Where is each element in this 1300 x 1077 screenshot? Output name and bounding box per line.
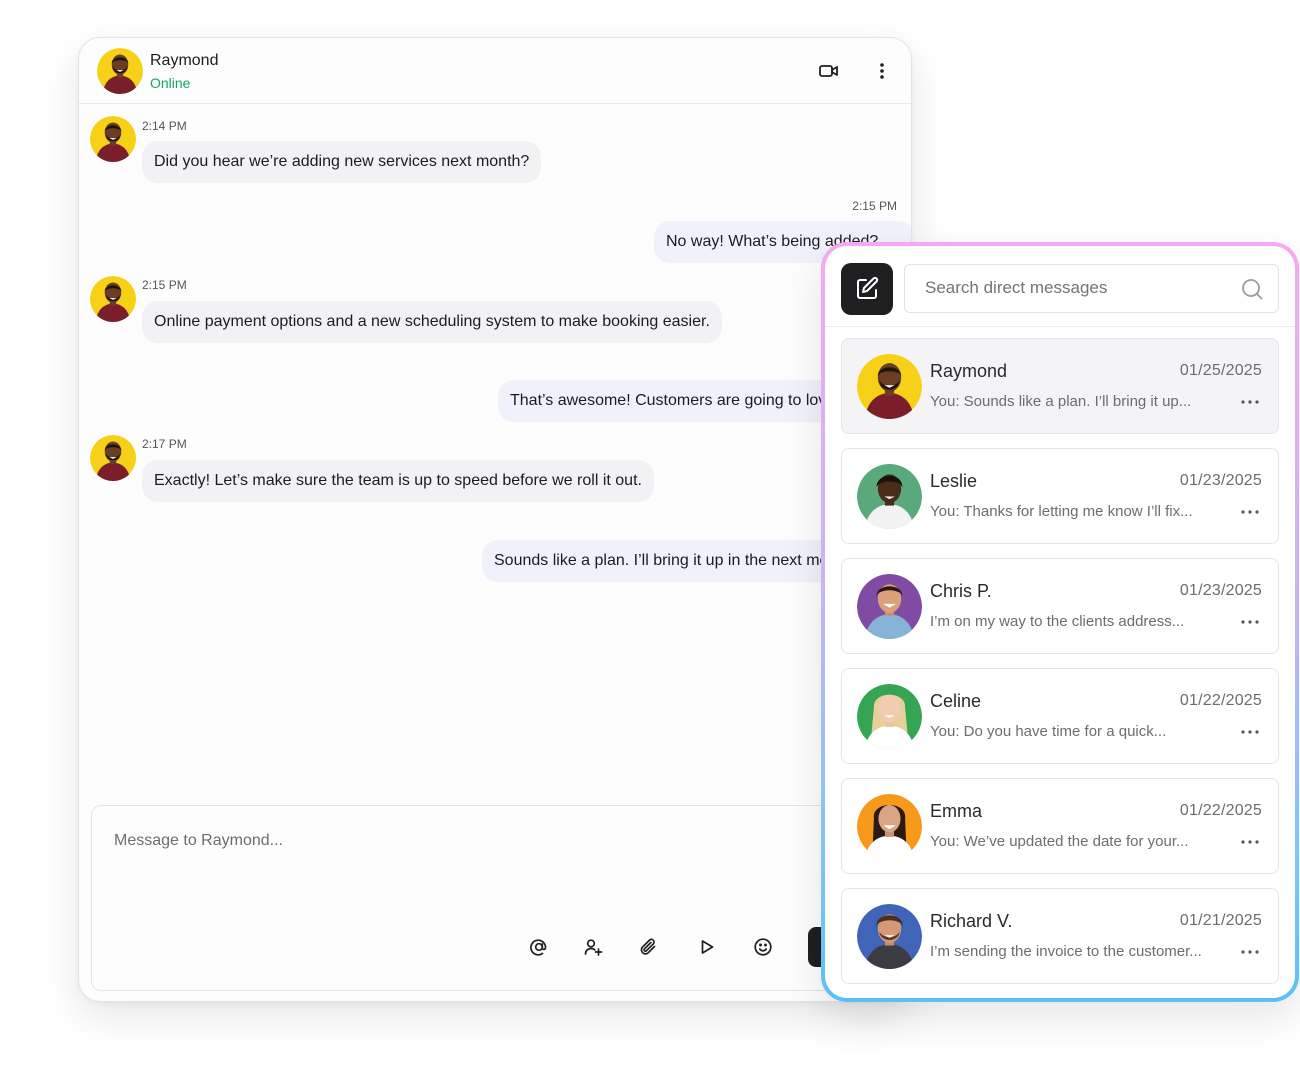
add-person-icon[interactable] <box>580 934 606 960</box>
conversation-preview: You: Thanks for letting me know I’ll fix… <box>930 503 1193 520</box>
conversation-item[interactable]: Chris P. 01/23/2025 I’m on my way to the… <box>841 558 1279 654</box>
message-avatar <box>90 116 136 162</box>
avatar <box>857 464 922 529</box>
conversation-preview: I’m on my way to the clients address... <box>930 613 1185 630</box>
more-horizontal-icon[interactable] <box>1238 393 1262 411</box>
avatar <box>857 684 922 749</box>
contact-name[interactable]: Raymond <box>150 52 218 70</box>
message-time: 2:14 PM <box>142 119 187 133</box>
conversation-name: Richard V. <box>930 911 1013 931</box>
conversation-name: Celine <box>930 691 982 711</box>
conversation-date: 01/23/2025 <box>1179 582 1262 599</box>
message-avatar <box>90 435 136 481</box>
direct-messages-panel: Raymond 01/25/2025 You: Sounds like a pl… <box>821 242 1299 1002</box>
conversation-item[interactable]: Raymond 01/25/2025 You: Sounds like a pl… <box>841 338 1279 434</box>
message-avatar <box>90 276 136 322</box>
conversation-name: Emma <box>930 801 983 821</box>
conversation-preview: You: Sounds like a plan. I’ll bring it u… <box>930 393 1192 410</box>
conversation-item[interactable]: Emma 01/22/2025 You: We’ve updated the d… <box>841 778 1279 874</box>
search-icon[interactable] <box>1240 277 1264 301</box>
compose-icon <box>857 276 879 299</box>
conversation-date: 01/22/2025 <box>1179 692 1262 709</box>
chat-header: Raymond Online <box>79 38 911 104</box>
message-composer <box>91 805 911 991</box>
conversation-name: Chris P. <box>930 581 992 601</box>
conversation-preview: You: Do you have time for a quick... <box>930 723 1167 740</box>
message-time: 2:17 PM <box>142 437 187 451</box>
emoji-icon[interactable] <box>750 934 776 960</box>
incoming-message: Did you hear we’re adding new services n… <box>142 141 542 183</box>
conversation-date: 01/25/2025 <box>1179 362 1262 379</box>
more-vertical-icon[interactable] <box>868 57 896 85</box>
conversation-name: Leslie <box>930 471 978 491</box>
conversation-item[interactable]: Richard V. 01/21/2025 I’m sending the in… <box>841 888 1279 984</box>
conversation-date: 01/21/2025 <box>1179 912 1262 929</box>
incoming-message: Exactly! Let’s make sure the team is up … <box>142 460 654 502</box>
avatar <box>857 794 922 859</box>
conversation-preview: You: We’ve updated the date for your... <box>930 833 1189 850</box>
more-horizontal-icon[interactable] <box>1238 503 1262 521</box>
chat-window: Raymond Online 2:14 PM Did you hear we’r… <box>78 37 912 1002</box>
more-horizontal-icon[interactable] <box>1238 833 1262 851</box>
mention-icon[interactable] <box>526 934 552 960</box>
more-horizontal-icon[interactable] <box>1238 723 1262 741</box>
more-horizontal-icon[interactable] <box>1238 613 1262 631</box>
attachment-icon[interactable] <box>636 934 662 960</box>
conversation-date: 01/22/2025 <box>1179 802 1262 819</box>
search-input[interactable] <box>925 278 1225 298</box>
avatar <box>857 354 922 419</box>
avatar <box>857 574 922 639</box>
video-call-icon[interactable] <box>815 57 843 85</box>
contact-status: Online <box>150 75 191 91</box>
avatar <box>857 904 922 969</box>
message-time: 2:15 PM <box>142 278 187 292</box>
divider <box>825 326 1295 327</box>
search-box <box>904 264 1279 313</box>
play-icon[interactable] <box>694 934 720 960</box>
conversation-name: Raymond <box>930 361 1008 381</box>
direct-messages-list-container: Raymond 01/25/2025 You: Sounds like a pl… <box>825 246 1295 998</box>
conversation-item[interactable]: Leslie 01/23/2025 You: Thanks for lettin… <box>841 448 1279 544</box>
conversation-date: 01/23/2025 <box>1179 472 1262 489</box>
message-time: 2:15 PM <box>852 199 897 213</box>
more-horizontal-icon[interactable] <box>1238 943 1262 961</box>
conversation-item[interactable]: Celine 01/22/2025 You: Do you have time … <box>841 668 1279 764</box>
new-message-button[interactable] <box>841 263 893 315</box>
contact-avatar[interactable] <box>97 48 143 94</box>
message-input[interactable] <box>114 832 714 850</box>
conversation-preview: I’m sending the invoice to the customer.… <box>930 943 1202 960</box>
incoming-message: Online payment options and a new schedul… <box>142 301 722 343</box>
